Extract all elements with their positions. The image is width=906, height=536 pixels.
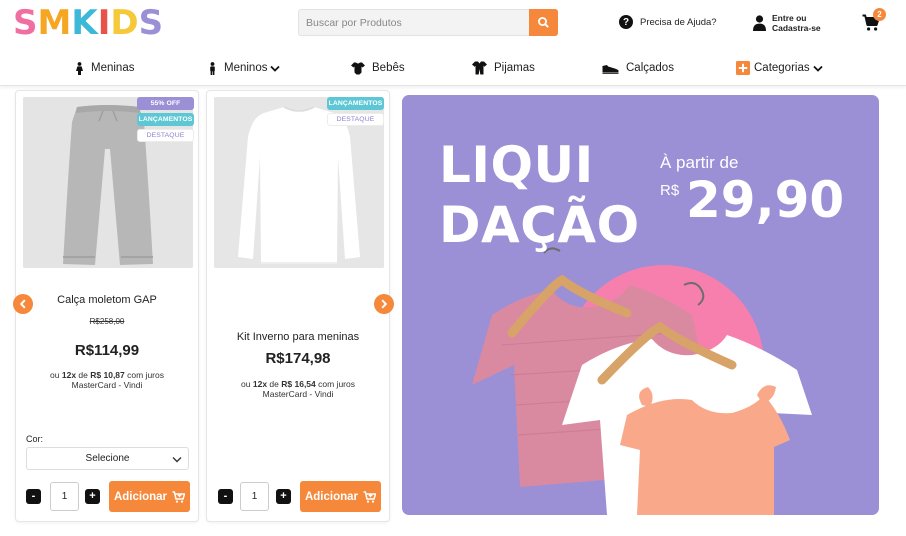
account-link[interactable]: Entre ou Cadastra-se (753, 12, 821, 34)
plus-square-icon (736, 61, 750, 75)
nav-item-pijamas[interactable]: Pijamas (472, 60, 535, 76)
help-label: Precisa de Ajuda? (640, 16, 717, 28)
installment-mid: de (269, 379, 279, 389)
chevron-down-icon (812, 65, 823, 72)
nav-item-categorias[interactable]: Categorias (736, 60, 823, 76)
add-to-cart-button[interactable]: Adicionar (109, 481, 190, 512)
promo-banner[interactable]: LIQUI DAÇÃO À partir de R$ 29,90 (402, 95, 879, 515)
quantity-input[interactable]: 1 (50, 482, 79, 511)
nav-label: Meninas (91, 62, 135, 74)
add-to-cart-label: Adicionar (304, 490, 359, 503)
nav-label: Bebês (372, 62, 405, 74)
search-icon (537, 16, 549, 28)
installment-count: 12x (252, 379, 268, 389)
account-text: Entre ou Cadastra-se (772, 13, 821, 33)
logo-letter: S (138, 3, 164, 43)
add-to-cart-label: Adicionar (113, 490, 168, 503)
installment-value: R$ 16,54 (281, 379, 316, 389)
featured-tag: DESTAQUE (327, 113, 384, 126)
installment-info: ou 12x de R$ 16,54 com juros MasterCard … (207, 379, 389, 399)
product-name[interactable]: Calça moletom GAP (16, 294, 198, 306)
installment-suffix: com juros (318, 379, 355, 389)
banner-title-line2: DAÇÃO (439, 196, 640, 254)
pajamas-icon (472, 61, 487, 75)
banner-from-label: À partir de (660, 153, 739, 172)
color-label: Cor: (26, 434, 44, 444)
quantity-decrease-button[interactable]: - (218, 489, 233, 504)
cart-plus-icon (363, 490, 377, 503)
logo-letter: S (13, 3, 38, 43)
shoe-icon (602, 64, 619, 74)
nav-label: Meninos (224, 62, 268, 74)
quantity-increase-button[interactable]: + (276, 489, 291, 504)
nav-label: Calçados (626, 62, 674, 74)
quantity-decrease-button[interactable]: - (26, 489, 41, 504)
nav-item-meninos[interactable]: Meninos (208, 60, 281, 76)
color-select-value: Selecione (85, 453, 130, 464)
cart-plus-icon (172, 490, 186, 503)
carousel-prev-button[interactable] (13, 294, 33, 314)
cart-count-badge: 2 (873, 8, 886, 21)
product-price: R$114,99 (74, 342, 140, 359)
banner-price: 29,90 (686, 171, 845, 229)
nav-label: Pijamas (494, 62, 535, 74)
logo-letter: M (37, 3, 72, 43)
nav-item-meninas[interactable]: Meninas (75, 60, 134, 76)
banner-title-line1: LIQUI (439, 136, 594, 194)
color-select[interactable]: Selecione (26, 447, 189, 470)
product-card[interactable]: 55% OFF LANÇAMENTOS DESTAQUE Calça molet… (15, 90, 199, 522)
logo-letter: D (110, 3, 139, 43)
banner-title: LIQUI DAÇÃO (439, 135, 640, 255)
installment-info: ou 12x de R$ 10,87 com juros MasterCard … (16, 370, 198, 390)
new-arrivals-tag: LANÇAMENTOS (327, 97, 384, 110)
girl-icon (76, 61, 83, 75)
installment-suffix: com juros (127, 370, 164, 380)
quantity-increase-button[interactable]: + (85, 489, 100, 504)
installment-prefix: ou (50, 370, 60, 380)
account-line2: Cadastra-se (772, 23, 821, 33)
installment-prefix: ou (241, 379, 251, 389)
user-icon (753, 15, 766, 31)
installment-count: 12x (61, 370, 77, 380)
installment-mid: de (78, 370, 88, 380)
quantity-input[interactable]: 1 (240, 482, 269, 511)
site-header: SMKIDS ? Precisa de Ajuda? Entre ou Cada… (0, 0, 906, 46)
chevron-right-icon (381, 299, 388, 309)
search-input[interactable] (299, 10, 530, 35)
chevron-down-icon (172, 457, 182, 463)
cart-button[interactable]: 2 (862, 8, 886, 34)
category-nav: Meninas Meninos Bebês Pijamas Calçados C… (0, 50, 906, 86)
add-to-cart-button[interactable]: Adicionar (300, 481, 381, 512)
nav-item-bebes[interactable]: Bebês (351, 60, 405, 76)
help-link[interactable]: ? Precisa de Ajuda? (619, 14, 717, 30)
banner-currency: R$ (660, 182, 680, 199)
chevron-down-icon (270, 65, 281, 72)
carousel-next-button[interactable] (374, 294, 394, 314)
installment-line2: MasterCard - Vindi (262, 389, 334, 399)
smkids-logo[interactable]: SMKIDS (13, 3, 163, 43)
nav-item-calcados[interactable]: Calçados (602, 60, 674, 76)
product-price: R$174,98 (265, 350, 331, 367)
featured-tag: DESTAQUE (137, 129, 194, 142)
question-icon: ? (619, 15, 633, 29)
installment-line2: MasterCard - Vindi (71, 380, 143, 390)
installment-value: R$ 10,87 (90, 370, 125, 380)
logo-letter: K (71, 3, 98, 43)
boy-icon (210, 61, 215, 75)
discount-tag: 55% OFF (137, 97, 194, 110)
product-card[interactable]: LANÇAMENTOS DESTAQUE Kit Inverno para me… (206, 90, 390, 522)
account-line1: Entre ou (772, 13, 807, 23)
chevron-left-icon (19, 299, 26, 309)
nav-label: Categorias (754, 62, 810, 74)
logo-letter: I (97, 3, 111, 43)
product-old-price: R$258,00 (89, 317, 125, 326)
new-arrivals-tag: LANÇAMENTOS (137, 113, 194, 126)
product-name[interactable]: Kit Inverno para meninas (207, 331, 389, 343)
baby-bodysuit-icon (351, 62, 365, 74)
search-bar (298, 9, 558, 36)
search-button[interactable] (529, 9, 558, 36)
